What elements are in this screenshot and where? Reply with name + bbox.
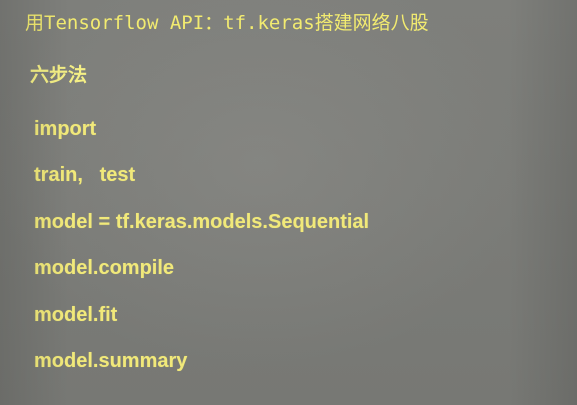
slide-title: 用Tensorflow API：tf.keras搭建网络八股	[25, 12, 429, 34]
slide-subtitle: 六步法	[30, 64, 88, 86]
presentation-slide: 用Tensorflow API：tf.keras搭建网络八股 六步法 impor…	[0, 0, 577, 405]
step-model-sequential: model = tf.keras.models.Sequential	[34, 210, 370, 233]
step-model-fit: model.fit	[34, 303, 118, 326]
step-import: import	[34, 118, 97, 140]
step-model-compile: model.compile	[34, 257, 175, 280]
step-train-test: train, test	[34, 164, 136, 187]
step-model-summary: model.summary	[34, 349, 188, 372]
steps-list: import train, test model = tf.keras.mode…	[34, 114, 369, 392]
